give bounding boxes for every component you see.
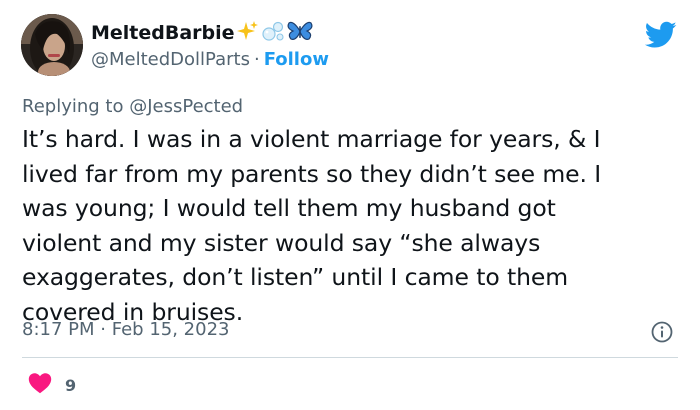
like-count: 9 <box>65 375 77 395</box>
replying-to: Replying to @JessPected <box>22 96 243 117</box>
avatar[interactable] <box>21 14 83 76</box>
follow-button[interactable]: Follow <box>264 49 329 70</box>
tweet-date: Feb 15, 2023 <box>111 319 230 340</box>
reply-to-handle[interactable]: @JessPected <box>129 96 243 117</box>
heart-icon <box>28 372 52 398</box>
divider <box>22 357 678 358</box>
tweet-card: MeltedBarbie @MeltedDollParts · Follow R… <box>0 0 700 410</box>
timestamp-separator: · <box>100 319 106 340</box>
twitter-bird-icon[interactable] <box>644 21 677 49</box>
display-name[interactable]: MeltedBarbie <box>91 22 235 44</box>
tweet-text: It’s hard. I was in a violent marriage f… <box>22 125 602 326</box>
bubbles-emoji <box>261 20 285 46</box>
butterfly-emoji <box>287 20 313 46</box>
replying-to-label: Replying to <box>22 96 124 117</box>
avatar-photo <box>21 14 83 76</box>
like-button[interactable]: 9 <box>28 372 76 398</box>
info-icon[interactable] <box>650 320 674 344</box>
timestamp[interactable]: 8:17 PM · Feb 15, 2023 <box>22 319 229 340</box>
tweet-time: 8:17 PM <box>22 319 95 340</box>
display-name-row: MeltedBarbie <box>91 20 313 46</box>
sparkles-emoji <box>236 20 259 46</box>
handle-row: @MeltedDollParts · Follow <box>91 49 329 70</box>
separator-dot: · <box>253 49 260 70</box>
author-handle[interactable]: @MeltedDollParts <box>91 49 250 70</box>
